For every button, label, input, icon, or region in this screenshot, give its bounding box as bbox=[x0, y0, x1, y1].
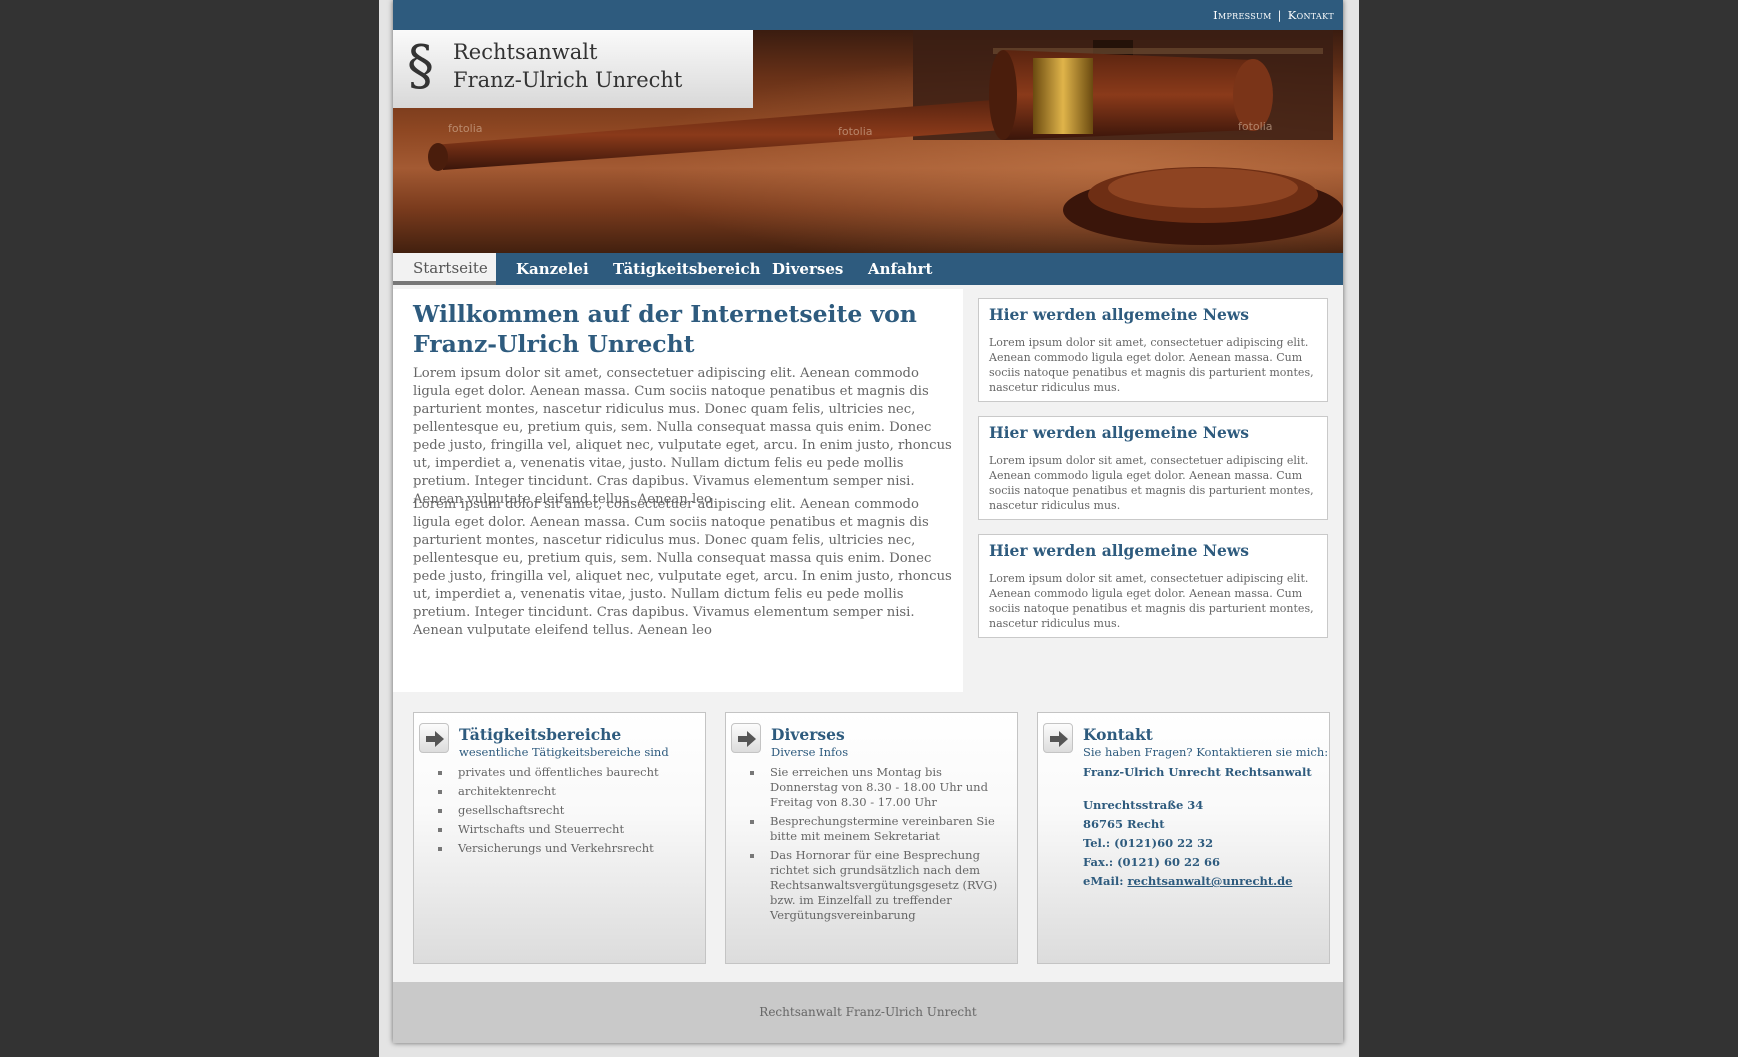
arrow-right-icon bbox=[419, 723, 449, 753]
contact-street: Unrechtsstraße 34 bbox=[1083, 798, 1204, 812]
kontakt-box: Kontakt Sie haben Fragen? Kontaktieren s… bbox=[1037, 712, 1330, 964]
nav-item-diverses[interactable]: Diverses bbox=[772, 253, 843, 285]
taetigkeit-list: privates und öffentliches baurecht archi… bbox=[436, 765, 696, 860]
news-item: Hier werden allgemeine News Lorem ipsum … bbox=[978, 534, 1328, 638]
news-text: Lorem ipsum dolor sit amet, consectetuer… bbox=[989, 572, 1314, 630]
page-frame: Impressum | Kontakt fotolia fotolia foto… bbox=[379, 0, 1359, 1057]
news-title[interactable]: Hier werden allgemeine News bbox=[989, 305, 1249, 324]
site-title: Rechtsanwalt Franz-Ulrich Unrecht bbox=[453, 38, 682, 94]
box-title: Tätigkeitsbereiche bbox=[459, 725, 622, 744]
list-item: Das Hornorar für eine Besprechung richte… bbox=[748, 848, 1008, 923]
contact-fax: Fax.: (0121) 60 22 66 bbox=[1083, 855, 1221, 869]
box-subtitle: Diverse Infos bbox=[771, 745, 849, 759]
box-subtitle: wesentliche Tätigkeitsbereiche sind bbox=[459, 745, 669, 759]
main-navigation: Startseite Kanzelei Tätigkeitsbereich Di… bbox=[393, 253, 1343, 285]
contact-email-label: eMail: bbox=[1083, 874, 1128, 888]
diverses-box: Diverses Diverse Infos Sie erreichen uns… bbox=[725, 712, 1018, 964]
list-item: architektenrecht bbox=[436, 784, 696, 799]
news-title[interactable]: Hier werden allgemeine News bbox=[989, 541, 1249, 560]
contact-city: 86765 Recht bbox=[1083, 817, 1165, 831]
list-item: Wirtschafts und Steuerrecht bbox=[436, 822, 696, 837]
watermark-2: fotolia bbox=[838, 125, 873, 138]
list-item: Sie erreichen uns Montag bis Donnerstag … bbox=[748, 765, 1008, 810]
contact-name: Franz-Ulrich Unrecht Rechtsanwalt bbox=[1083, 765, 1312, 779]
site-title-line1: Rechtsanwalt bbox=[453, 40, 598, 64]
diverses-list: Sie erreichen uns Montag bis Donnerstag … bbox=[748, 765, 1008, 927]
paragraph-icon: § bbox=[407, 34, 434, 97]
box-title: Kontakt bbox=[1083, 725, 1153, 744]
list-item: Versicherungs und Verkehrsrecht bbox=[436, 841, 696, 856]
contact-email-row: eMail: rechtsanwalt@unrecht.de bbox=[1083, 872, 1323, 891]
list-item: gesellschaftsrecht bbox=[436, 803, 696, 818]
list-item: Besprechungstermine vereinbaren Sie bitt… bbox=[748, 814, 1008, 844]
logo[interactable]: § Rechtsanwalt Franz-Ulrich Unrecht bbox=[393, 30, 753, 108]
page-wrapper: Impressum | Kontakt fotolia fotolia foto… bbox=[393, 0, 1343, 1043]
news-item: Hier werden allgemeine News Lorem ipsum … bbox=[978, 416, 1328, 520]
arrow-right-icon bbox=[731, 723, 761, 753]
news-text: Lorem ipsum dolor sit amet, consectetuer… bbox=[989, 336, 1314, 394]
intro-paragraph-1: Lorem ipsum dolor sit amet, consectetuer… bbox=[413, 366, 952, 507]
contact-email-link[interactable]: rechtsanwalt@unrecht.de bbox=[1127, 874, 1292, 888]
contact-phone: Tel.: (0121)60 22 32 bbox=[1083, 836, 1214, 850]
main-content: Willkommen auf der Internetseite von Fra… bbox=[393, 289, 963, 692]
page-title: Willkommen auf der Internetseite von Fra… bbox=[413, 300, 917, 358]
list-item: privates und öffentliches baurecht bbox=[436, 765, 696, 780]
nav-item-anfahrt[interactable]: Anfahrt bbox=[868, 253, 932, 285]
news-item: Hier werden allgemeine News Lorem ipsum … bbox=[978, 298, 1328, 402]
arrow-right-icon bbox=[1043, 723, 1073, 753]
top-links: Impressum | Kontakt bbox=[1213, 8, 1334, 22]
footer-text: Rechtsanwalt Franz-Ulrich Unrecht bbox=[759, 1005, 977, 1019]
footer: Rechtsanwalt Franz-Ulrich Unrecht bbox=[393, 982, 1343, 1043]
top-links-separator: | bbox=[1277, 8, 1282, 22]
box-title: Diverses bbox=[771, 725, 845, 744]
news-text: Lorem ipsum dolor sit amet, consectetuer… bbox=[989, 454, 1314, 512]
nav-item-kanzelei[interactable]: Kanzelei bbox=[516, 253, 589, 285]
intro-paragraph-2: Lorem ipsum dolor sit amet, consectetuer… bbox=[413, 497, 952, 638]
news-title[interactable]: Hier werden allgemeine News bbox=[989, 423, 1249, 442]
taetigkeitsbereiche-box: Tätigkeitsbereiche wesentliche Tätigkeit… bbox=[413, 712, 706, 964]
contact-address: Unrechtsstraße 34 86765 Recht Tel.: (012… bbox=[1083, 796, 1323, 891]
nav-item-startseite[interactable]: Startseite bbox=[393, 253, 496, 285]
impressum-link[interactable]: Impressum bbox=[1213, 8, 1271, 22]
top-bar: Impressum | Kontakt bbox=[393, 0, 1343, 30]
nav-item-taetigkeitsbereich[interactable]: Tätigkeitsbereich bbox=[613, 253, 761, 285]
watermark-3: fotolia bbox=[1238, 120, 1273, 133]
box-subtitle: Sie haben Fragen? Kontaktieren sie mich: bbox=[1083, 745, 1329, 759]
watermark-1: fotolia bbox=[448, 122, 483, 135]
kontakt-link[interactable]: Kontakt bbox=[1288, 8, 1334, 22]
site-title-line2: Franz-Ulrich Unrecht bbox=[453, 68, 683, 92]
